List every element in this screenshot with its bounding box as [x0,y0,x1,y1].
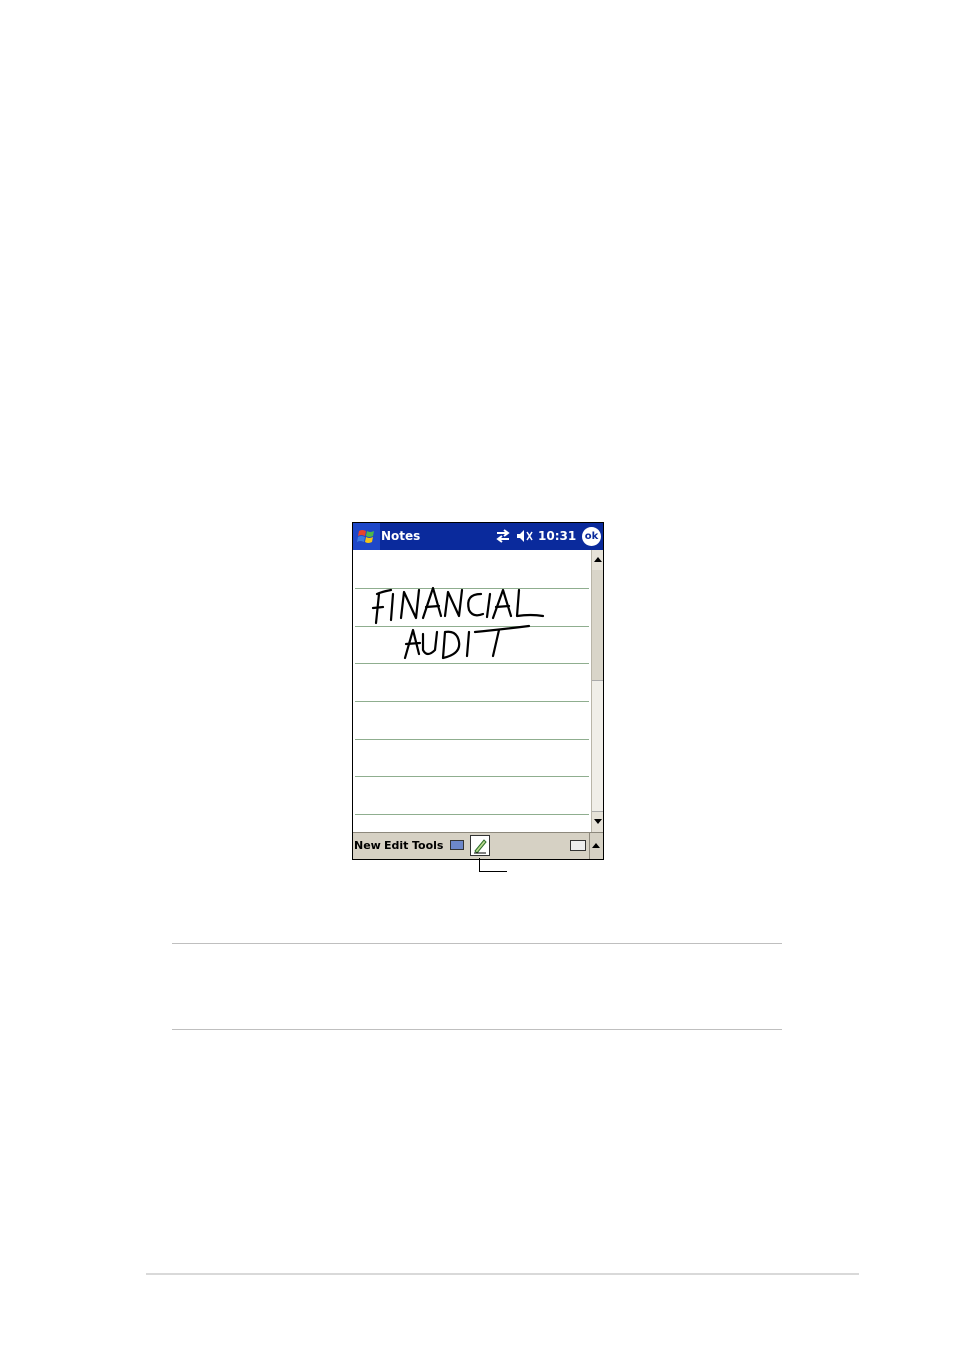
app-title: Notes [381,529,421,543]
divider [589,833,590,859]
windows-flag-icon [357,530,374,543]
footer-rule [146,1273,859,1275]
start-button[interactable] [353,523,380,550]
menu-bar: New Edit Tools [353,832,603,859]
menu-tools[interactable]: Tools [412,839,443,852]
menu-new[interactable]: New [354,839,381,852]
pen-button[interactable] [470,835,490,856]
vertical-scrollbar[interactable] [591,550,603,832]
callout-line [479,858,480,872]
ruled-line [355,776,589,777]
scroll-thumb[interactable] [592,570,603,681]
scroll-up-button[interactable] [592,550,603,571]
pocket-pc-screen: Notes 10:31 ok New Edit Tools [352,522,604,860]
speaker-muted-icon[interactable] [516,529,534,543]
ruled-line [355,739,589,740]
title-bar: Notes 10:31 ok [353,523,603,550]
ruled-line [355,701,589,702]
down-arrow-icon [594,819,602,824]
recording-toolbar-icon[interactable] [450,840,464,850]
clock[interactable]: 10:31 [538,529,576,543]
callout-line [479,871,507,872]
ruled-line [355,814,589,815]
menu-edit[interactable]: Edit [384,839,408,852]
pen-icon [474,839,487,854]
keyboard-icon[interactable] [570,840,586,851]
note-box-top-rule [172,943,782,944]
connectivity-arrows-icon[interactable] [495,529,511,543]
handwriting-ink [371,586,545,660]
ok-button[interactable]: ok [582,527,601,546]
input-panel-arrow-icon[interactable] [592,843,600,848]
scroll-down-button[interactable] [592,811,603,832]
note-box-bottom-rule [172,1029,782,1030]
up-arrow-icon [594,557,602,562]
note-writing-area[interactable] [353,550,591,832]
